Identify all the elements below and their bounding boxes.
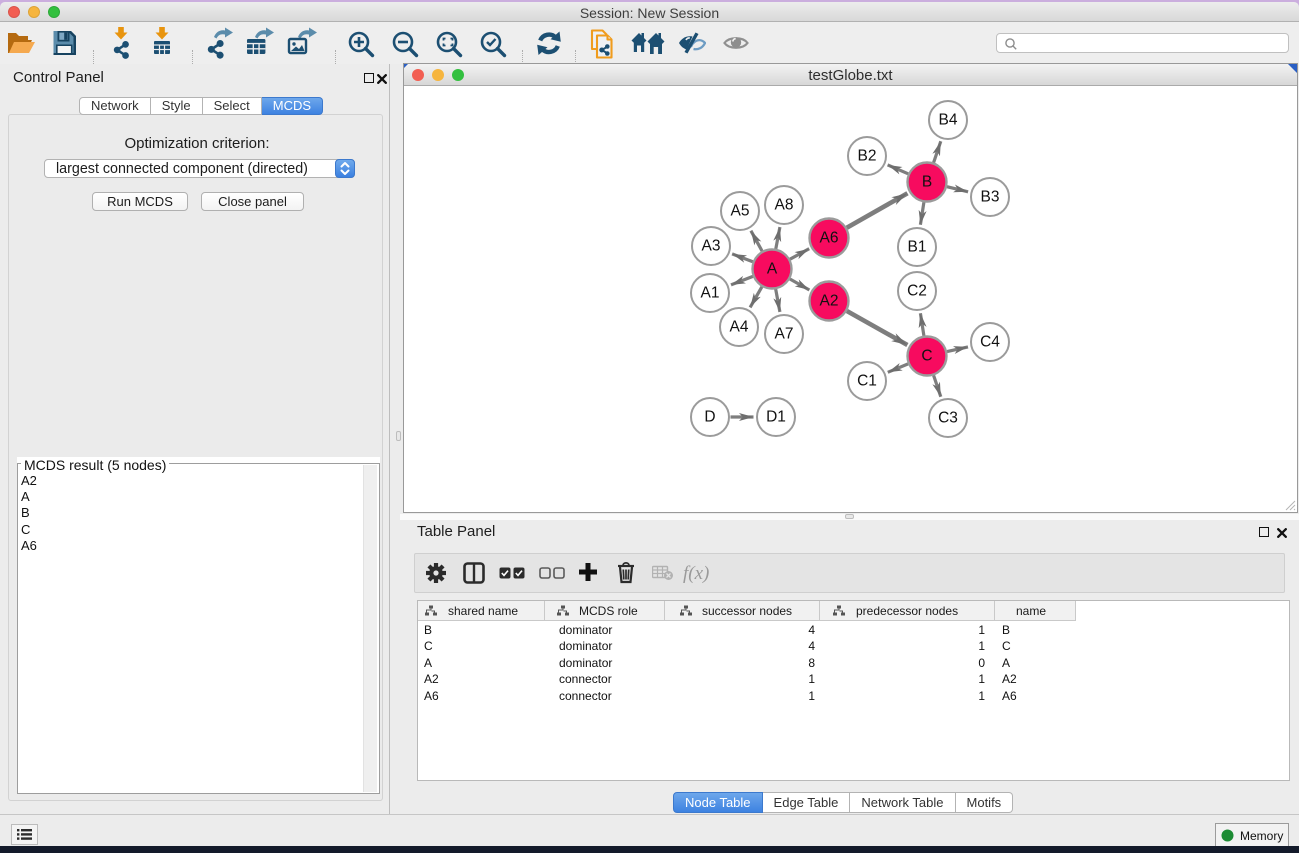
svg-text:A2: A2 — [820, 293, 839, 310]
svg-text:B2: B2 — [858, 148, 877, 165]
svg-text:A7: A7 — [775, 326, 794, 343]
svg-text:A4: A4 — [730, 319, 749, 336]
svg-text:C1: C1 — [857, 373, 877, 390]
svg-text:A1: A1 — [701, 285, 720, 302]
svg-text:C: C — [921, 348, 932, 365]
svg-text:D: D — [704, 409, 715, 426]
svg-text:B1: B1 — [908, 239, 927, 256]
svg-text:C4: C4 — [980, 334, 1000, 351]
svg-text:C2: C2 — [907, 283, 927, 300]
svg-text:C3: C3 — [938, 410, 958, 427]
svg-text:f(x): f(x) — [683, 563, 709, 584]
svg-text:B: B — [922, 174, 932, 191]
svg-text:B3: B3 — [981, 189, 1000, 206]
svg-text:D1: D1 — [766, 409, 786, 426]
svg-text:B4: B4 — [939, 112, 958, 129]
svg-text:A6: A6 — [820, 230, 839, 247]
svg-text:A8: A8 — [775, 197, 794, 214]
svg-text:A5: A5 — [731, 203, 750, 220]
svg-text:A3: A3 — [702, 238, 721, 255]
svg-text:A: A — [767, 261, 778, 278]
